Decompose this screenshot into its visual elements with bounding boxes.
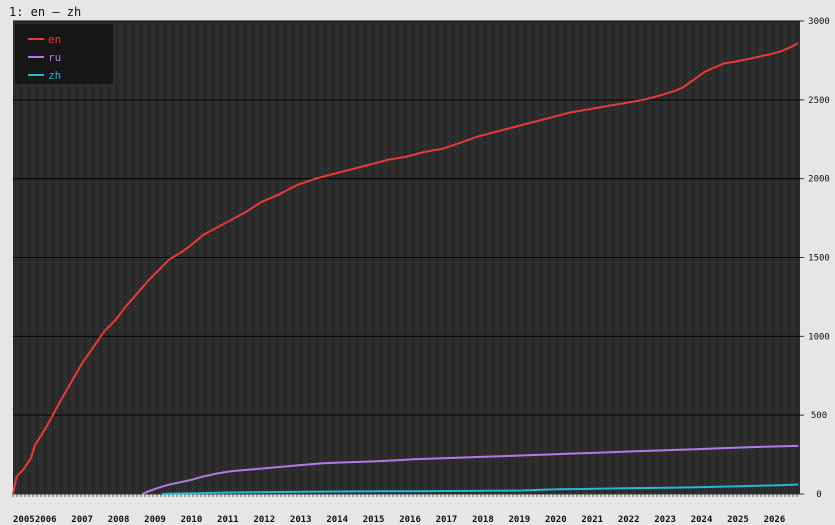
y-axis-ticks: 0 500 1000 1500 2000 2500 3000	[800, 17, 830, 500]
x-year-label: 2015	[363, 515, 385, 525]
x-year-label: 2009	[144, 515, 166, 525]
y-tick-label: 2500	[808, 96, 830, 106]
x-year-label: 2012	[253, 515, 275, 525]
x-year-label: 2026	[764, 515, 786, 525]
x-year-label: 2007	[71, 515, 93, 525]
y-tick-label: 2000	[808, 175, 830, 185]
x-year-label: 2010	[181, 515, 203, 525]
x-year-label: 2008	[108, 515, 130, 525]
y-tick-label: 500	[811, 411, 827, 421]
y-tick-label: 0	[816, 490, 821, 500]
x-year-label: 2017	[436, 515, 458, 525]
x-year-label: 2024	[691, 515, 713, 525]
x-year-label: 2005	[13, 515, 35, 525]
x-year-label: 2006	[35, 515, 57, 525]
x-year-label: 2019	[509, 515, 531, 525]
x-axis-ticks: 2005 2006 2007 2008 2009 2010 2011 2012 2013 2014…	[12, 493, 800, 525]
y-tick-label: 1000	[808, 332, 830, 342]
x-year-label: 2011	[217, 515, 239, 525]
x-year-label: 2016	[399, 515, 421, 525]
x-year-label: 2013	[290, 515, 312, 525]
x-year-label: 2020	[545, 515, 567, 525]
x-year-label: 2014	[326, 515, 348, 525]
x-year-label: 2023	[654, 515, 676, 525]
legend: en ru zh	[15, 24, 113, 84]
chart-window: 1: en – zh 0 500 1000 1500 2000 2500 3000 2005…	[0, 0, 835, 525]
x-year-label: 2021	[581, 515, 603, 525]
legend-label-en: en	[48, 33, 61, 46]
legend-label-zh: zh	[48, 69, 61, 82]
x-year-label: 2022	[618, 515, 640, 525]
legend-label-ru: ru	[48, 51, 61, 64]
x-year-label: 2018	[472, 515, 494, 525]
y-tick-label: 3000	[808, 17, 830, 27]
x-year-label: 2025	[727, 515, 749, 525]
chart-canvas: 050010001500200025003000 2005 2006 2007 200…	[12, 17, 830, 525]
y-tick-label: 1500	[808, 254, 830, 264]
